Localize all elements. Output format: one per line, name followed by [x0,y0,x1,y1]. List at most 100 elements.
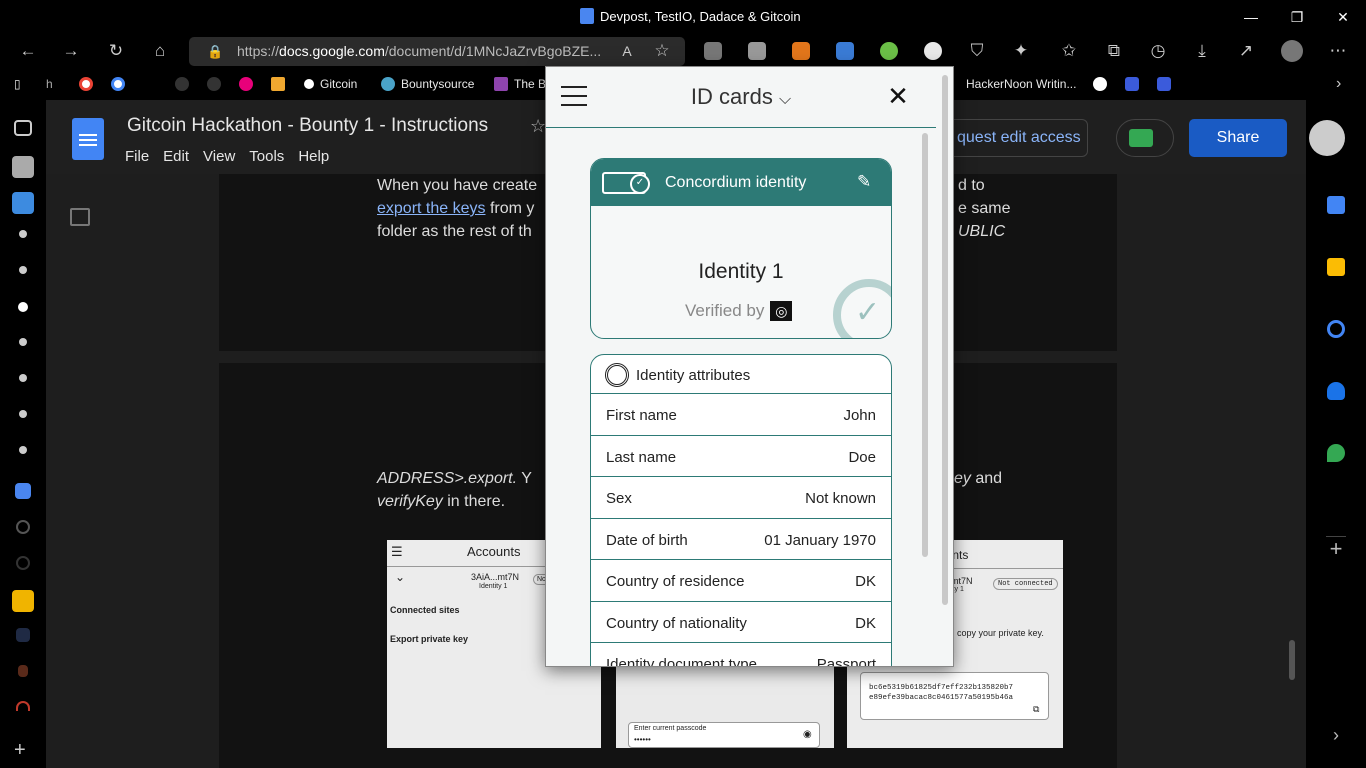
keep-icon[interactable] [1327,258,1345,276]
tab-icon[interactable] [19,446,27,454]
profile-avatar[interactable] [1281,40,1303,62]
bookmark-icon[interactable] [239,76,253,92]
google-bookmark-icon[interactable] [111,76,125,92]
more-options-icon[interactable]: ⋯ [1327,40,1349,62]
extension-icon[interactable] [704,42,722,60]
bookmark-icon[interactable] [1157,76,1171,92]
menu-view[interactable]: View [203,148,235,165]
contacts-icon[interactable] [1327,382,1345,400]
favorite-icon[interactable]: ☆ [651,40,673,62]
tab-icon[interactable] [19,374,27,382]
favorites-icon[interactable]: ✩ [1058,40,1080,62]
doc-scrollbar[interactable] [1289,640,1295,680]
menu-tools[interactable]: Tools [249,148,284,165]
extension-icon[interactable] [836,42,854,60]
identity-card-header: Concordium identity ✎ [591,159,891,206]
copy-icon: ⧉ [1033,705,1040,715]
hamburger-icon: ☰ [391,544,403,559]
tab-icon[interactable] [12,590,34,612]
new-tab-icon[interactable]: + [14,740,36,762]
maps-icon[interactable] [1327,444,1345,462]
tab-icon[interactable] [18,302,28,312]
popup-scrollbar[interactable] [942,75,948,605]
home-icon[interactable]: ⌂ [149,40,171,62]
minimize-button[interactable]: — [1228,0,1274,34]
read-aloud-icon[interactable]: A [616,40,638,62]
tab-icon[interactable] [18,665,28,677]
tab-icon[interactable] [12,192,34,214]
extension-icon[interactable] [880,42,898,60]
collections-icon[interactable]: ⧉ [1103,40,1125,62]
history-icon[interactable]: ◷ [1147,40,1169,62]
docs-side-panel: + › [1306,174,1366,768]
github-bookmark-icon[interactable] [1093,76,1107,92]
github-bookmark-icon[interactable] [175,76,189,92]
bookmark-icon[interactable] [271,76,285,92]
request-edit-access-button[interactable]: quest edit access [948,119,1088,157]
address-bar[interactable]: 🔒 https://docs.google.com/document/d/1MN… [189,37,685,66]
edit-icon[interactable]: ✎ [857,172,871,192]
id-cards-dropdown[interactable]: ID cards ⌵ [546,84,936,110]
back-icon[interactable]: ← [17,40,39,62]
download-icon[interactable]: ⤓ [1191,40,1213,62]
bookmark-the-b[interactable]: The B [494,76,546,92]
screenshot-input: Enter current passcode •••••• ◉ [628,722,820,748]
popup-scrollbar[interactable] [922,133,928,557]
share-page-icon[interactable]: ↗ [1235,40,1257,62]
share-button[interactable]: Share [1189,119,1287,157]
lock-icon: 🔒 [207,44,224,59]
tab-icon[interactable] [12,156,34,178]
forward-icon[interactable]: → [60,40,82,62]
page-icon[interactable]: ▯ [14,76,21,92]
bookmark-icon[interactable]: h [46,76,53,92]
identity-attributes-header: Identity attributes [591,355,891,394]
docs-logo-icon[interactable] [72,118,104,160]
github-bookmark-icon[interactable] [207,76,221,92]
google-bookmark-icon[interactable] [79,76,93,92]
document-title[interactable]: Gitcoin Hackathon - Bounty 1 - Instructi… [127,115,488,137]
close-window-button[interactable]: ✕ [1320,0,1366,34]
meet-button[interactable] [1116,119,1174,157]
identity-card[interactable]: Concordium identity ✎ Identity 1 Verifie… [590,158,892,339]
menu-edit[interactable]: Edit [163,148,189,165]
tab-icon[interactable] [19,338,27,346]
add-addon-icon[interactable]: + [1327,538,1345,560]
tab-icon[interactable] [19,410,27,418]
extensions-icon[interactable]: ✦ [1010,40,1032,62]
doc-screenshot: Enter current passcode •••••• ◉ [616,660,834,748]
shield-icon[interactable]: ⛉ [966,40,988,62]
tab-actions-icon[interactable] [14,120,32,136]
tab-icon[interactable] [16,628,30,642]
tab-icon[interactable] [16,701,30,711]
address-row: ← → ↻ ⌂ 🔒 https://docs.google.com/docume… [0,34,1366,68]
chevron-right-icon[interactable]: › [1336,75,1341,92]
outline-icon[interactable] [70,208,90,226]
bookmark-gitcoin[interactable]: Gitcoin [304,76,357,92]
eye-icon: ◉ [803,729,812,740]
tab-icon[interactable] [16,520,30,534]
tasks-icon[interactable] [1327,320,1345,338]
verified-by: Verified by ◎ [685,301,793,321]
avatar[interactable] [1309,120,1345,156]
menu-help[interactable]: Help [298,148,329,165]
metamask-icon[interactable] [792,42,810,60]
bookmark-hackernoon[interactable]: HackerNoon Writin... [966,76,1076,92]
refresh-icon[interactable]: ↻ [105,40,127,62]
chevron-right-icon[interactable]: › [1327,726,1345,744]
camera-extension-icon[interactable] [748,42,766,60]
docs-tab-icon[interactable] [15,483,31,499]
tab-icon[interactable] [16,556,30,570]
vertical-tabs: + [0,100,46,768]
star-icon[interactable]: ☆ [530,116,546,137]
tab-icon[interactable] [19,230,27,238]
bookmark-bountysource[interactable]: Bountysource [381,76,474,92]
maximize-button[interactable]: ❐ [1274,0,1320,34]
id-card-icon [602,172,650,194]
concordium-extension-icon[interactable] [924,42,942,60]
menu-file[interactable]: File [125,148,149,165]
bookmark-icon[interactable] [1125,76,1139,92]
export-keys-link[interactable]: export the keys [377,200,486,217]
tab-icon[interactable] [19,266,27,274]
calendar-icon[interactable] [1327,196,1345,214]
close-popup-button[interactable]: ✕ [886,81,910,112]
